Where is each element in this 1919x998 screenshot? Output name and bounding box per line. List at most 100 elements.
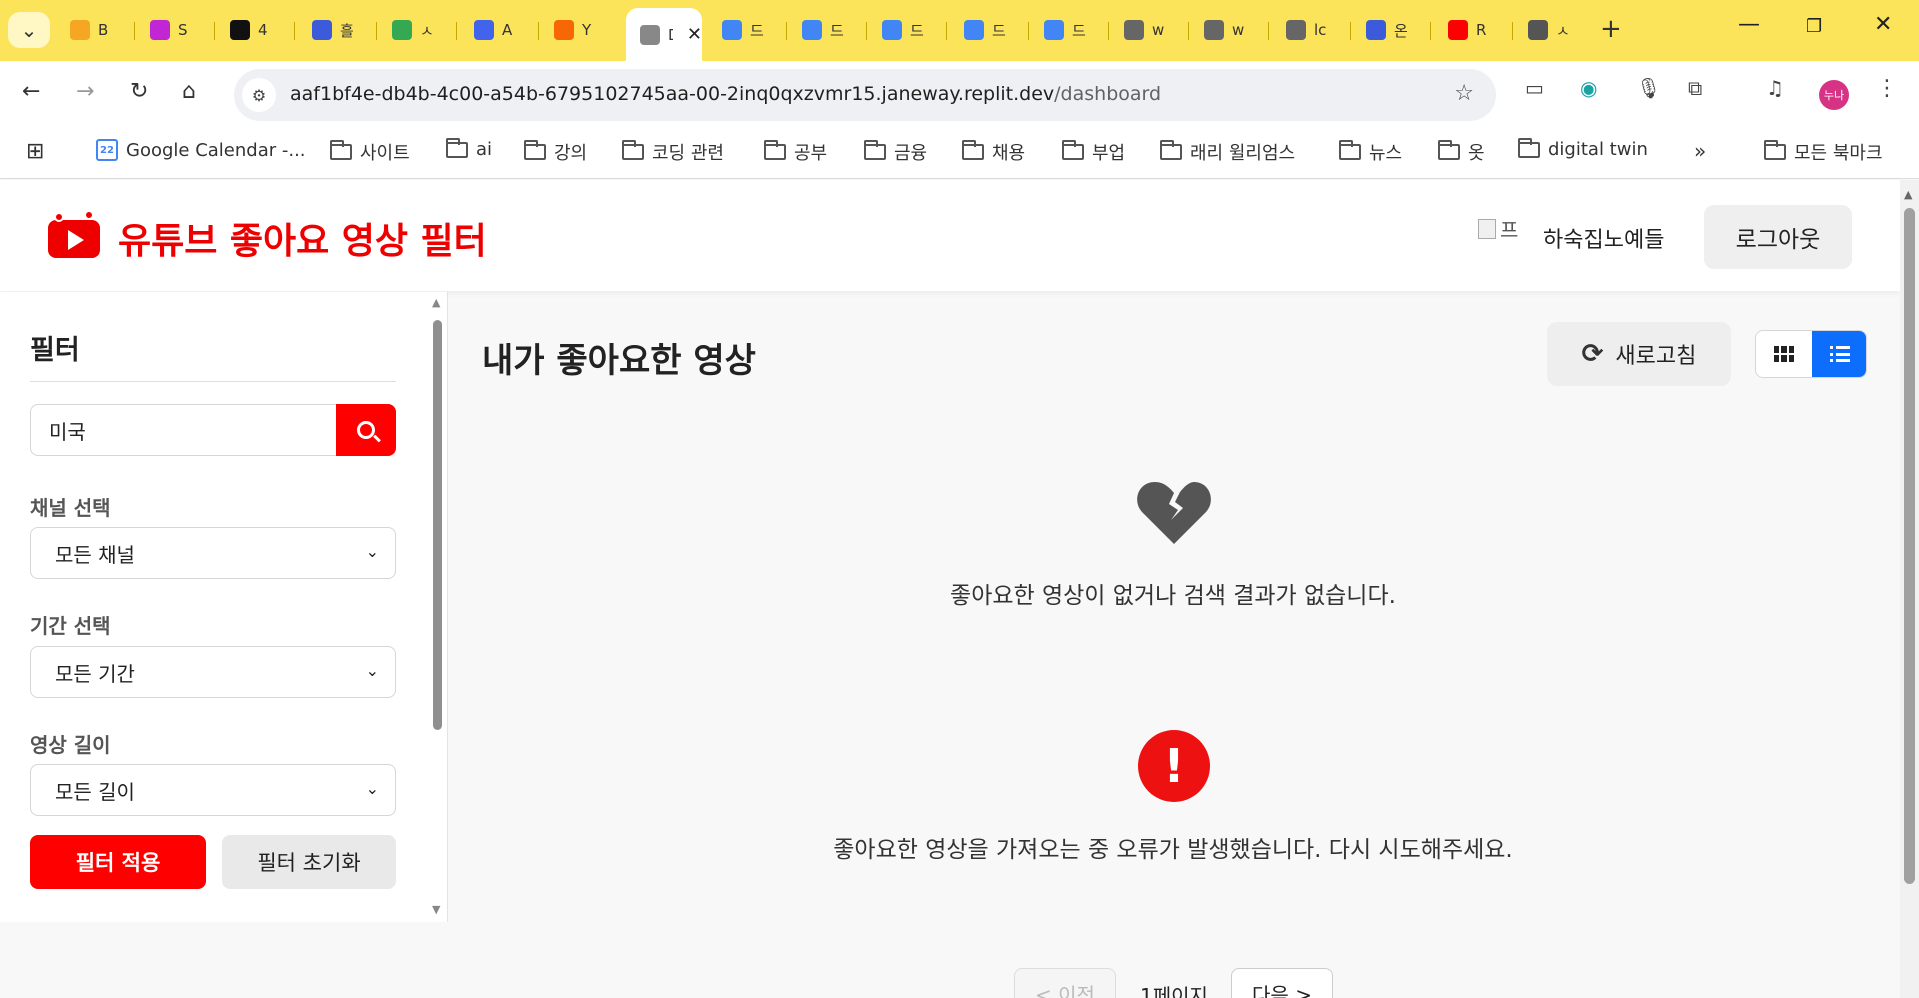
extensions-puzzle-icon[interactable]: ⧉	[1688, 76, 1702, 100]
bookmark-item[interactable]: 채용	[962, 139, 1025, 165]
page-scrollbar[interactable]: ▲	[1900, 180, 1919, 998]
browser-tab[interactable]: D✕	[626, 8, 702, 61]
calendar-icon: 22	[96, 139, 118, 161]
browser-tab[interactable]: ㅅ	[378, 12, 456, 48]
bookmark-item[interactable]: 래리 윌리엄스	[1160, 139, 1295, 165]
bookmark-item[interactable]: 공부	[764, 139, 827, 165]
browser-tab[interactable]: 4	[216, 12, 294, 48]
browser-tab[interactable]: ㅅ	[1514, 12, 1592, 48]
previous-page-button[interactable]: < 이전	[1014, 968, 1116, 998]
all-bookmarks-button[interactable]: 모든 북마크	[1764, 139, 1883, 165]
bookmark-item[interactable]: digital twin	[1518, 137, 1648, 160]
scroll-down-icon[interactable]: ▼	[432, 903, 440, 916]
youtube-logo-icon	[48, 210, 100, 260]
browser-tab[interactable]: 온	[1352, 12, 1430, 48]
close-tab-icon[interactable]: ✕	[687, 24, 702, 45]
browser-tab[interactable]: Y	[540, 12, 618, 48]
grid-view-button[interactable]	[1756, 331, 1812, 377]
sidebar-divider	[30, 381, 396, 382]
site-info-icon[interactable]: ⚙	[242, 78, 276, 112]
apps-grid-icon[interactable]: ⊞	[26, 139, 44, 164]
browser-tab[interactable]: 드	[950, 12, 1028, 48]
maximize-icon[interactable]: ❐	[1806, 16, 1822, 37]
media-control-icon[interactable]: ♫	[1766, 76, 1784, 100]
browser-tab[interactable]: 드	[1030, 12, 1108, 48]
more-bookmarks-icon[interactable]: »	[1694, 139, 1706, 163]
reload-icon[interactable]: ↻	[130, 79, 148, 104]
new-tab-button[interactable]: +	[1600, 14, 1622, 44]
folder-icon	[764, 140, 786, 160]
profile-avatar[interactable]: 누나	[1819, 80, 1849, 110]
shield-icon	[1366, 20, 1386, 40]
bookmark-item[interactable]: ai	[446, 137, 492, 160]
bookmark-item[interactable]: 코딩 관련	[622, 139, 724, 165]
url-text[interactable]: aaf1bf4e-db4b-4c00-a54b-6795102745aa-00-…	[290, 83, 1161, 105]
folder-icon	[330, 140, 352, 160]
extension-circle-icon[interactable]: ◉	[1580, 76, 1597, 100]
browser-tab[interactable]: 드	[788, 12, 866, 48]
browser-tab[interactable]: 흘	[298, 12, 376, 48]
address-bar[interactable]: ⚙ aaf1bf4e-db4b-4c00-a54b-6795102745aa-0…	[234, 69, 1496, 121]
empty-message: 좋아요한 영상이 없거나 검색 결과가 없습니다.	[950, 583, 1396, 609]
chevron-down-icon: ⌄	[365, 661, 379, 680]
folder-icon	[1438, 140, 1460, 160]
list-view-button[interactable]	[1812, 331, 1866, 377]
search-button[interactable]	[336, 404, 396, 456]
bookmarks-bar: ⊞ 22 Google Calendar -... 사이트 ai 강의 코딩 관련 공부 금융…	[0, 127, 1919, 179]
bookmark-label: 금융	[894, 143, 928, 164]
cast-icon[interactable]: ▭	[1525, 76, 1544, 100]
bookmark-label: digital twin	[1548, 139, 1648, 160]
bookmark-icon	[70, 20, 90, 40]
refresh-label: 새로고침	[1615, 344, 1697, 369]
scrollbar-thumb[interactable]	[1904, 208, 1915, 884]
scroll-up-icon[interactable]: ▲	[1904, 188, 1912, 201]
bookmark-item[interactable]: 금융	[864, 139, 927, 165]
tab-title: B	[98, 21, 109, 39]
bookmark-item[interactable]: 강의	[524, 139, 587, 165]
youtube-icon	[1448, 20, 1468, 40]
tab-title: w	[1152, 21, 1165, 39]
next-page-button[interactable]: 다음 >	[1231, 968, 1333, 998]
browser-tab[interactable]: R	[1434, 12, 1512, 48]
error-message: 좋아요한 영상을 가져오는 중 오류가 발생했습니다. 다시 시도해주세요.	[833, 837, 1513, 863]
bookmark-item[interactable]: 22 Google Calendar -...	[96, 139, 306, 161]
back-icon[interactable]: ←	[22, 79, 40, 104]
chevron-down-icon: ⌄	[365, 779, 379, 798]
microphone-icon[interactable]: 🎙	[1636, 76, 1661, 100]
browser-tab[interactable]: 드	[868, 12, 946, 48]
home-icon[interactable]: ⌂	[182, 79, 196, 104]
folder-icon	[962, 140, 984, 160]
period-select[interactable]: 모든 기간 ⌄	[30, 646, 396, 698]
google-icon	[1044, 20, 1064, 40]
tab-search-button[interactable]: ⌄	[8, 12, 50, 48]
bookmark-label: 공부	[794, 143, 828, 164]
length-select[interactable]: 모든 길이 ⌄	[30, 764, 396, 816]
bookmark-star-icon[interactable]: ☆	[1454, 81, 1474, 106]
bookmark-item[interactable]: 부업	[1062, 139, 1125, 165]
browser-tab[interactable]: S	[136, 12, 214, 48]
bookmark-item[interactable]: 옷	[1438, 139, 1485, 165]
bookmark-item[interactable]: 뉴스	[1339, 139, 1402, 165]
grid-icon	[1774, 346, 1794, 362]
logout-button[interactable]: 로그아웃	[1704, 205, 1852, 269]
minimize-icon[interactable]: —	[1738, 12, 1760, 37]
bookmark-item[interactable]: 사이트	[330, 139, 410, 165]
browser-tab[interactable]: w	[1110, 12, 1188, 48]
close-window-icon[interactable]: ✕	[1874, 12, 1892, 37]
scroll-up-icon[interactable]: ▲	[432, 296, 440, 309]
search-input[interactable]	[30, 404, 338, 456]
browser-tab[interactable]: lc	[1272, 12, 1350, 48]
browser-tab[interactable]: A	[460, 12, 538, 48]
tab-title: ㅅ	[1556, 21, 1570, 40]
tab-title: R	[1476, 21, 1487, 39]
menu-kebab-icon[interactable]: ⋮	[1876, 76, 1898, 101]
browser-tab[interactable]: w	[1190, 12, 1268, 48]
scrollbar-thumb[interactable]	[433, 320, 442, 730]
browser-tab[interactable]: B	[56, 12, 134, 48]
tab-separator	[1430, 22, 1431, 40]
browser-tab[interactable]: 드	[708, 12, 786, 48]
channel-select[interactable]: 모든 채널 ⌄	[30, 527, 396, 579]
google-icon	[722, 20, 742, 40]
forward-icon[interactable]: →	[76, 79, 94, 104]
refresh-button[interactable]: ⟳ 새로고침	[1547, 322, 1731, 386]
